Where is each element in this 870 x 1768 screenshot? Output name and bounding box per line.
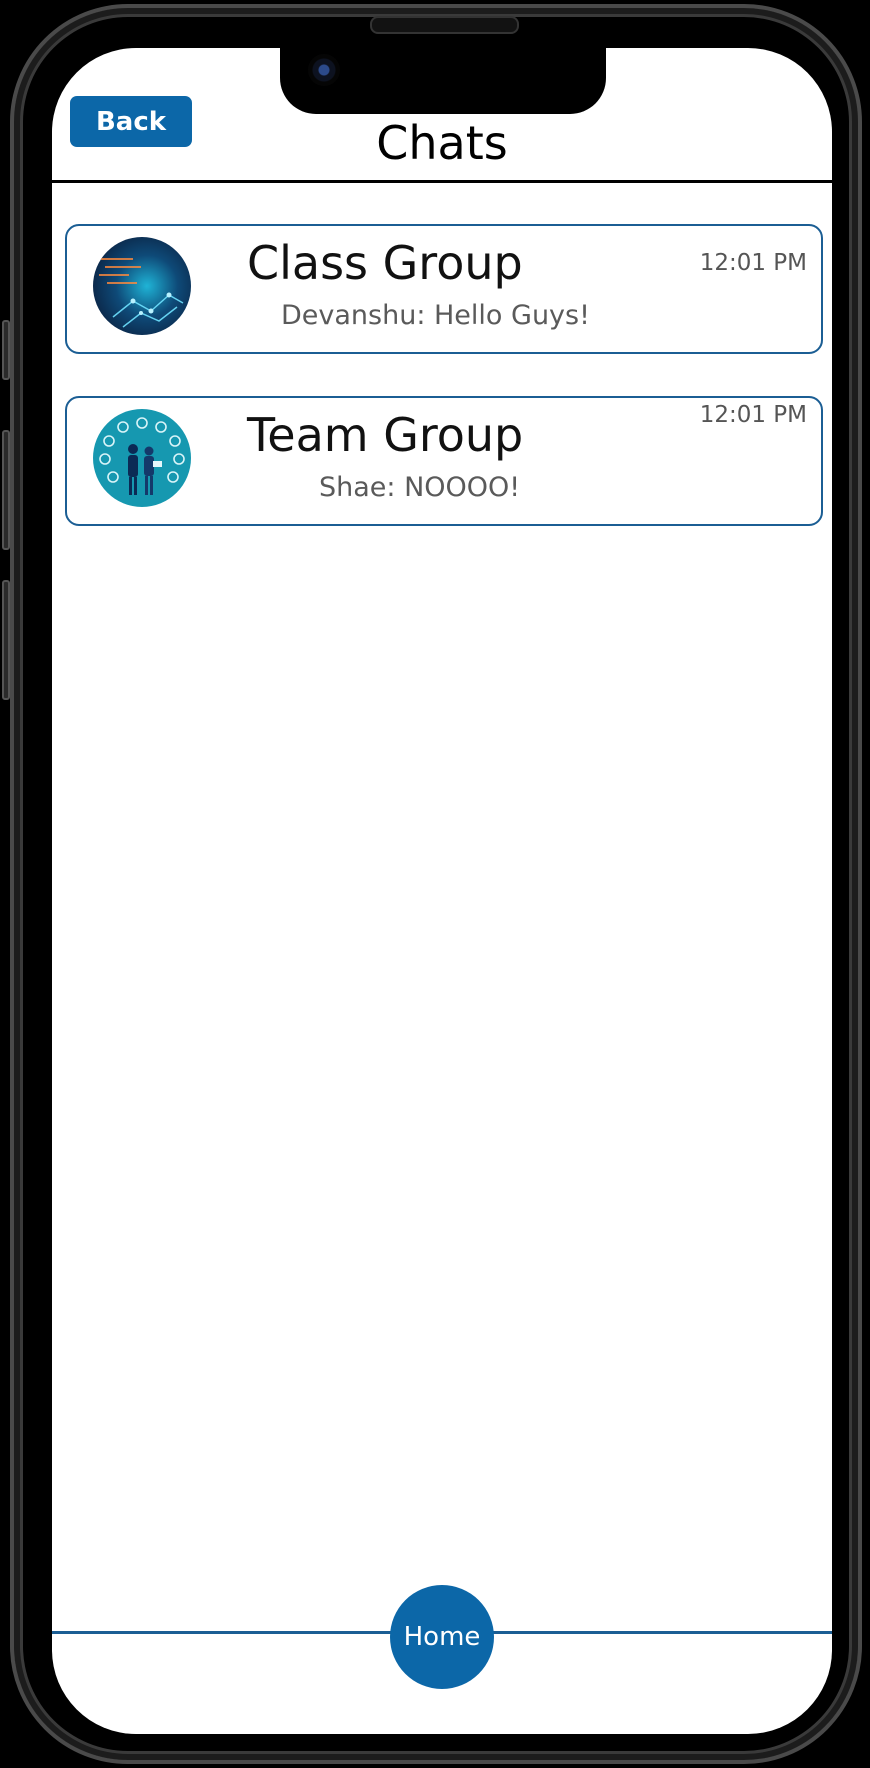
chat-preview: Devanshu: Hello Guys! <box>281 300 590 331</box>
app-screen: Back Chats Class Group Devanshu: Hello G… <box>52 48 832 1734</box>
chat-time: 12:01 PM <box>699 402 807 428</box>
home-button[interactable]: Home <box>390 1585 494 1689</box>
chat-preview: Shae: NOOOO! <box>319 472 521 503</box>
camera-icon <box>308 54 340 86</box>
chat-item-class-group[interactable]: Class Group Devanshu: Hello Guys! 12:01 … <box>65 224 823 354</box>
notch <box>280 48 606 114</box>
coding-graphic-icon <box>93 237 191 335</box>
chat-time: 12:01 PM <box>699 250 807 276</box>
volume-down-button <box>2 580 10 700</box>
chat-name: Team Group <box>247 408 524 462</box>
page-title: Chats <box>376 116 508 170</box>
team-illustration-icon <box>93 409 191 507</box>
speaker-grille <box>370 16 519 34</box>
header-divider <box>52 180 832 183</box>
chat-item-team-group[interactable]: Team Group Shae: NOOOO! 12:01 PM <box>65 396 823 526</box>
chat-name: Class Group <box>247 236 523 290</box>
mute-switch <box>2 320 10 380</box>
volume-up-button <box>2 430 10 550</box>
